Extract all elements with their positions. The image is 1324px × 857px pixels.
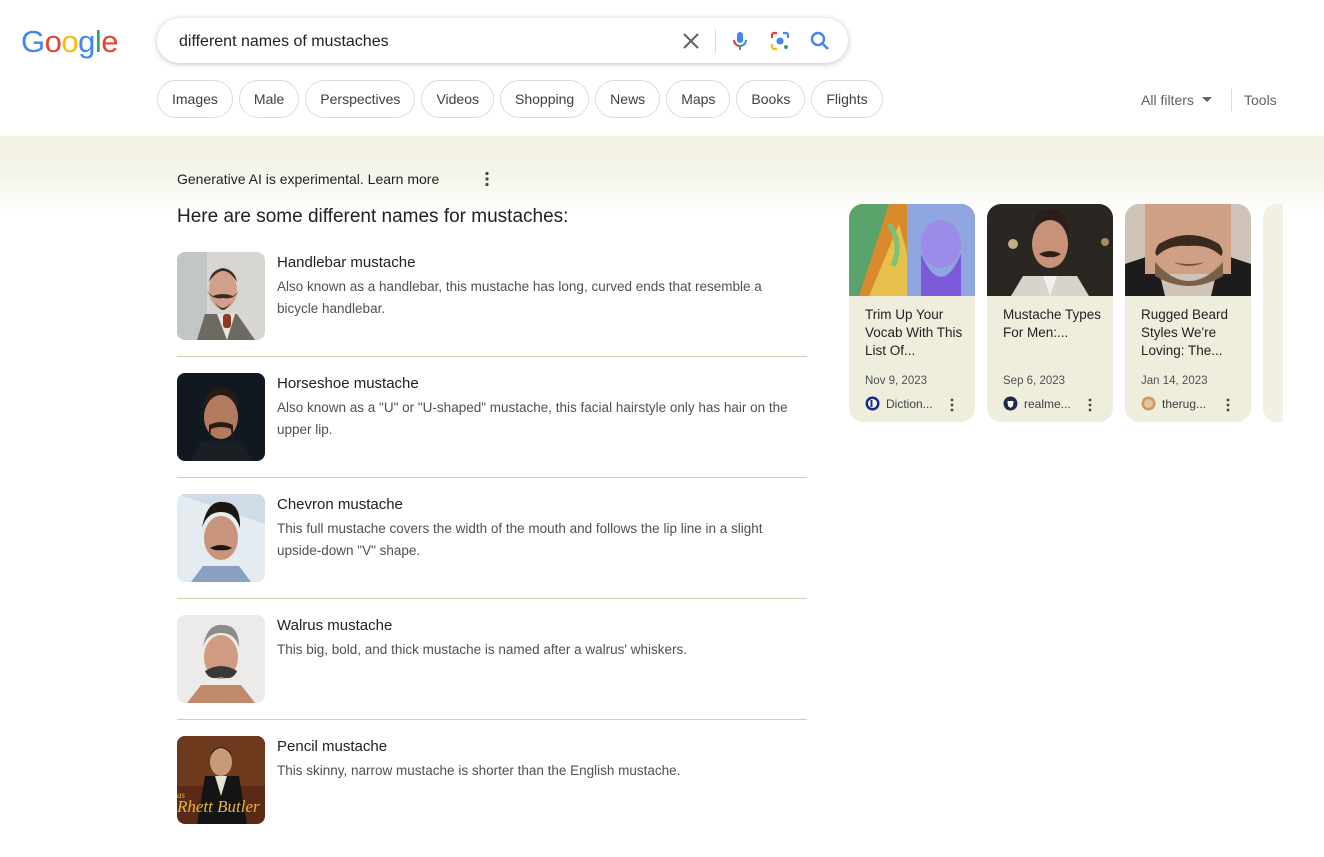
source-card[interactable]: Rugged Beard Styles We're Loving: The...…	[1125, 204, 1251, 422]
chip-images[interactable]: Images	[157, 80, 233, 118]
chip-maps[interactable]: Maps	[666, 80, 731, 118]
learn-more-link[interactable]: Learn more	[368, 171, 440, 187]
clear-icon[interactable]	[679, 29, 703, 53]
logo-letter: o	[61, 24, 79, 59]
item-divider	[177, 356, 807, 357]
card-source: Diction...	[865, 396, 933, 411]
thumbnail-caption: Rhett Butler	[177, 797, 260, 816]
item-divider	[177, 598, 807, 599]
chip-shopping[interactable]: Shopping	[500, 80, 590, 118]
card-source-name: therug...	[1162, 396, 1207, 411]
therugged-favicon-icon	[1141, 396, 1156, 411]
source-card[interactable]: Trim Up Your Vocab With This List Of... …	[849, 204, 975, 422]
item-title[interactable]: Horseshoe mustache	[277, 375, 419, 392]
item-divider	[177, 477, 807, 478]
realmen-favicon-icon	[1003, 396, 1018, 411]
item-description: This full mustache covers the width of t…	[277, 521, 763, 558]
google-logo[interactable]: Google	[21, 24, 119, 60]
item-title[interactable]: Chevron mustache	[277, 496, 403, 513]
handlebar-mustache-thumbnail[interactable]	[177, 252, 265, 340]
list-item: Walrus mustache This big, bold, and thic…	[177, 615, 807, 736]
item-divider	[177, 719, 807, 720]
list-item: Chevron mustache This full mustache cove…	[177, 494, 807, 615]
card-title: Rugged Beard Styles We're Loving: The...	[1141, 307, 1229, 358]
item-description: This big, bold, and thick mustache is na…	[277, 642, 688, 657]
card-more-icon[interactable]	[1083, 397, 1097, 413]
filter-chips: Images Male Perspectives Videos Shopping…	[157, 80, 883, 118]
item-description: This skinny, narrow mustache is shorter …	[277, 763, 681, 778]
card-title: Trim Up Your Vocab With This List Of...	[865, 307, 963, 358]
logo-letter: e	[101, 24, 119, 59]
tools-divider	[1231, 89, 1232, 111]
source-card[interactable]: Mustache Types For Men:... Sep 6, 2023 r…	[987, 204, 1113, 422]
item-description: Also known as a handlebar, this mustache…	[277, 279, 762, 316]
card-more-icon[interactable]	[1221, 397, 1235, 413]
card-source: therug...	[1141, 396, 1206, 411]
logo-letter: o	[44, 24, 62, 59]
card-image	[849, 204, 975, 296]
dictionary-favicon-icon	[865, 396, 880, 411]
item-title[interactable]: Walrus mustache	[277, 617, 392, 634]
more-options-icon[interactable]	[478, 170, 496, 188]
card-image	[987, 204, 1113, 296]
card-source: realme...	[1003, 396, 1071, 411]
google-lens-icon[interactable]	[768, 29, 792, 53]
chip-videos[interactable]: Videos	[421, 80, 494, 118]
item-title[interactable]: Handlebar mustache	[277, 254, 415, 271]
chevron-mustache-thumbnail[interactable]	[177, 494, 265, 582]
ai-experimental-note: Generative AI is experimental. Learn mor…	[177, 171, 439, 187]
card-date: Jan 14, 2023	[1141, 375, 1208, 387]
card-date: Nov 9, 2023	[865, 375, 928, 387]
card-title: Mustache Types For Men:...	[1003, 307, 1102, 340]
tools-button[interactable]: Tools	[1244, 92, 1277, 108]
chip-news[interactable]: News	[595, 80, 661, 118]
card-source-name: realme...	[1024, 396, 1071, 411]
search-input[interactable]	[177, 18, 661, 65]
card-image	[1125, 204, 1251, 296]
list-item: Handlebar mustache Also known as a handl…	[177, 252, 807, 373]
chip-books[interactable]: Books	[736, 80, 806, 118]
search-box	[157, 18, 848, 65]
list-item: as Rhett Butler Pencil mustache This ski…	[177, 736, 807, 857]
search-icon[interactable]	[808, 29, 832, 53]
caret-down-icon	[1201, 97, 1212, 102]
horseshoe-mustache-thumbnail[interactable]	[177, 373, 265, 461]
walrus-mustache-thumbnail[interactable]	[177, 615, 265, 703]
card-more-icon[interactable]	[945, 397, 959, 413]
card-date: Sep 6, 2023	[1003, 375, 1066, 387]
ai-heading: Here are some different names for mustac…	[177, 206, 569, 227]
chip-flights[interactable]: Flights	[811, 80, 883, 118]
search-divider	[715, 29, 716, 53]
microphone-icon[interactable]	[728, 29, 752, 53]
card-source-name: Diction...	[886, 396, 933, 411]
ai-note-text: Generative AI is experimental.	[177, 171, 364, 187]
chip-perspectives[interactable]: Perspectives	[305, 80, 416, 118]
all-filters-label: All filters	[1141, 92, 1194, 108]
chip-male[interactable]: Male	[238, 80, 300, 118]
item-title[interactable]: Pencil mustache	[277, 738, 387, 755]
logo-letter: G	[21, 24, 45, 59]
all-filters-button[interactable]: All filters	[1141, 92, 1212, 108]
next-card-peek[interactable]	[1263, 204, 1283, 422]
logo-letter: g	[78, 24, 95, 59]
item-description: Also known as a "U" or "U-shaped" mustac…	[277, 400, 788, 437]
list-item: Horseshoe mustache Also known as a "U" o…	[177, 373, 807, 494]
pencil-mustache-thumbnail[interactable]: as Rhett Butler	[177, 736, 265, 824]
